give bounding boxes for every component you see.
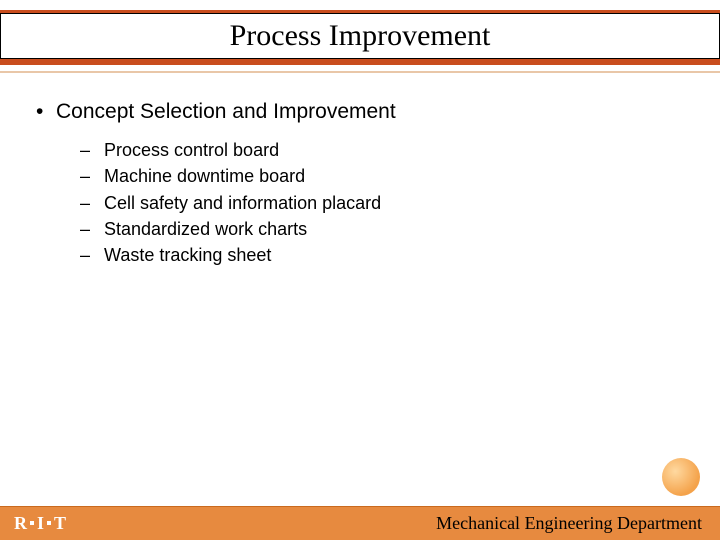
dash-icon: – <box>80 164 104 188</box>
rit-letter: T <box>54 513 66 533</box>
list-item-text: Machine downtime board <box>104 164 305 188</box>
bullet-level-1: • Concept Selection and Improvement <box>36 100 684 124</box>
list-item: – Cell safety and information placard <box>80 191 684 215</box>
dash-icon: – <box>80 217 104 241</box>
slide-title: Process Improvement <box>230 19 491 53</box>
footer: RIT Mechanical Engineering Department <box>0 506 720 540</box>
header: Process Improvement <box>0 0 720 74</box>
list-item-text: Waste tracking sheet <box>104 243 271 267</box>
title-bar: Process Improvement <box>0 13 720 59</box>
header-rule-thin <box>0 71 720 73</box>
dash-icon: – <box>80 138 104 162</box>
list-item-text: Process control board <box>104 138 279 162</box>
dash-icon: – <box>80 243 104 267</box>
list-item-text: Standardized work charts <box>104 217 307 241</box>
rit-letter: I <box>37 513 44 533</box>
list-item: – Waste tracking sheet <box>80 243 684 267</box>
bullet-1-text: Concept Selection and Improvement <box>56 100 396 124</box>
decorative-circle-icon <box>662 458 700 496</box>
slide: Process Improvement • Concept Selection … <box>0 0 720 540</box>
dot-separator-icon <box>30 521 34 525</box>
dash-icon: – <box>80 191 104 215</box>
rit-letter: R <box>14 513 27 533</box>
dot-separator-icon <box>47 521 51 525</box>
bullet-dot-icon: • <box>36 100 56 124</box>
body: • Concept Selection and Improvement – Pr… <box>36 100 684 269</box>
sub-bullet-list: – Process control board – Machine downti… <box>80 138 684 267</box>
footer-department: Mechanical Engineering Department <box>436 513 702 534</box>
list-item-text: Cell safety and information placard <box>104 191 381 215</box>
list-item: – Machine downtime board <box>80 164 684 188</box>
header-rule-mid <box>0 59 720 65</box>
footer-logo-rit: RIT <box>14 513 66 534</box>
list-item: – Standardized work charts <box>80 217 684 241</box>
list-item: – Process control board <box>80 138 684 162</box>
